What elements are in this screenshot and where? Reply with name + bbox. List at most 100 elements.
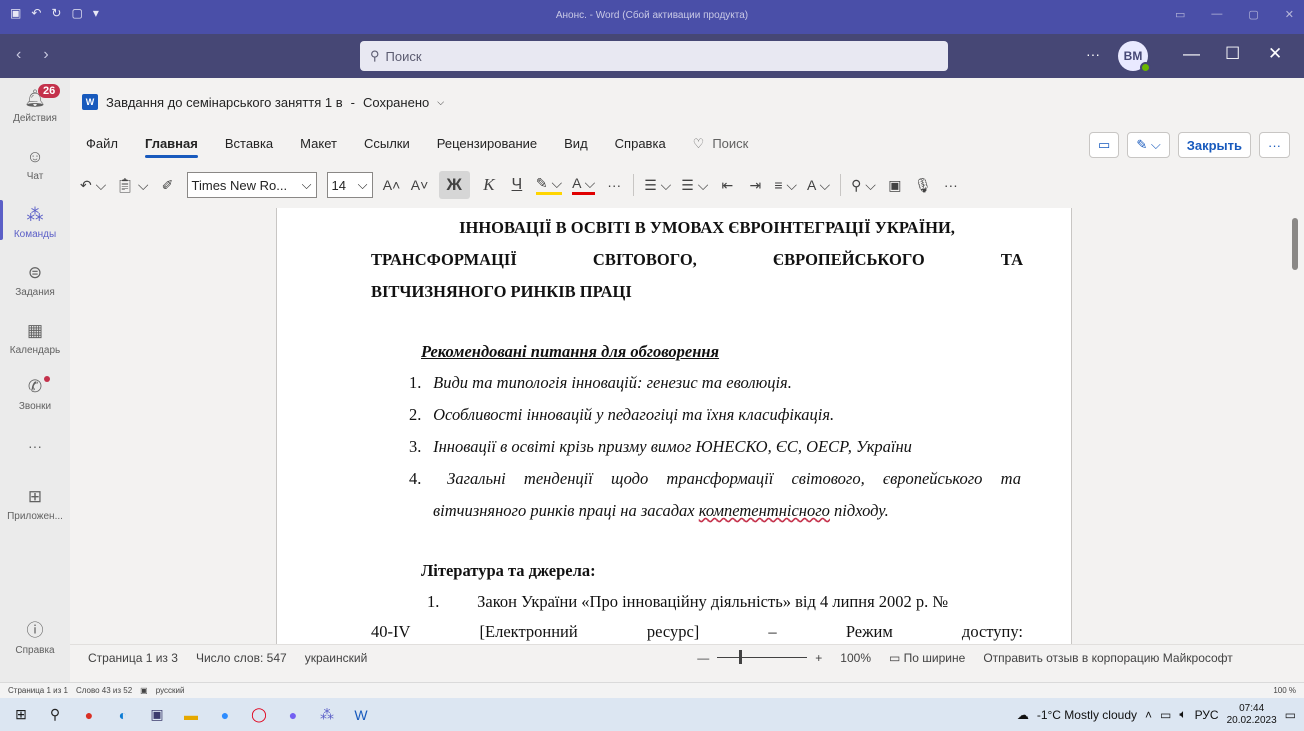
volume-icon[interactable]: 🔈︎ [1179,707,1186,722]
document-page[interactable]: ІННОВАЦІЇ В ОСВІТІ В УМОВАХ ЄВРОІНТЕГРАЦ… [276,208,1072,644]
tab-file[interactable]: Файл [86,136,118,152]
teams-icon[interactable]: ⁂ [310,698,344,731]
tab-home[interactable]: Главная [144,136,198,158]
font-name-select[interactable]: Times New Ro... ⌵ [186,172,317,198]
rail-chat[interactable]: ☺ Чат [0,146,70,182]
chrome-icon[interactable]: ● [72,698,106,731]
zoom-level[interactable]: 100 % [1273,686,1296,695]
document-name: Завдання до семінарського заняття 1 в [106,94,343,110]
avatar[interactable]: BM [1118,41,1151,73]
word-logo-icon: W [82,94,98,110]
restore-icon[interactable]: ▢ [1248,8,1258,21]
align-icon[interactable]: ≡ ⌵ [774,177,797,194]
document-title[interactable]: W Завдання до семінарського заняття 1 в … [82,94,444,110]
close-icon[interactable]: ✕ [1285,8,1294,21]
tab-layout[interactable]: Макет [300,136,337,152]
font-size-select[interactable]: 14 ⌵ [326,172,373,198]
spelling-error[interactable]: компетентнісного [699,501,830,520]
file-explorer-icon[interactable]: ▬ [174,698,208,731]
opera-icon[interactable]: ◯ [242,698,276,731]
search-icon[interactable]: ⚲ [38,698,72,731]
more-options-icon[interactable]: ··· [1086,46,1100,62]
proofing-icon[interactable]: ▣ [140,686,148,695]
back-icon[interactable]: ‹ [16,46,21,64]
paste-icon[interactable]: 📋︎ ⌵ [116,177,148,194]
format-painter-icon[interactable]: ✐ [159,177,177,194]
reader-icon[interactable]: ▣ [886,177,904,194]
language-indicator[interactable]: украинский [305,651,368,665]
avatar-initials: BM [1123,49,1143,63]
tab-review[interactable]: Рецензирование [437,136,537,152]
ribbon-display-icon[interactable]: ▭ [1175,8,1185,21]
zoom-slider[interactable] [717,650,808,664]
zoom-out-icon[interactable]: — [697,651,709,665]
decrease-indent-icon[interactable]: ⇤ [718,177,736,194]
vertical-scrollbar[interactable] [1292,218,1298,270]
windows-start-icon[interactable]: ⊞ [4,698,38,731]
italic-button[interactable]: К [480,175,498,195]
editing-mode-button[interactable]: ✎ ⌵ [1127,132,1170,158]
heading-word: СВІТОВОГО, [592,250,697,269]
tab-references[interactable]: Ссылки [364,136,410,152]
rail-calls[interactable]: ✆ Звонки [0,376,70,412]
shrink-font-icon[interactable]: A˅ [411,177,429,193]
weather-icon[interactable]: ☁ [1017,708,1029,722]
teams-search-input[interactable]: ⚲ Поиск [360,41,948,71]
clock[interactable]: 07:44 20.02.2023 [1227,703,1277,727]
edge-icon[interactable]: ◐ [106,698,140,731]
rail-help[interactable]: ⓘ Справка [0,620,70,656]
dictate-icon[interactable]: 🎙︎ [914,177,932,194]
more-font-options-icon[interactable]: ··· [605,177,623,193]
rail-apps[interactable]: ⊞ Приложен... [0,486,70,522]
bold-button[interactable]: Ж [438,171,470,199]
heading-line-2: ТРАНСФОРМАЦІЇ СВІТОВОГО, ЄВРОПЕЙСЬКОГО Т… [371,250,1023,270]
word-window-title: Анонс. - Word (Сбой активации продукта) [555,10,749,21]
undo-icon[interactable]: ↶ ⌵ [80,177,106,194]
input-language[interactable]: РУС [1195,708,1219,722]
rail-calendar[interactable]: ▦ Календарь [0,320,70,356]
rail-more[interactable]: ··· [0,438,70,454]
viber-icon[interactable]: ● [276,698,310,731]
rail-assignments[interactable]: ⊜ Задания [0,262,70,298]
word-app-icon[interactable]: W [344,698,378,731]
tab-view[interactable]: Вид [564,136,588,152]
rail-activity[interactable]: 🔔︎ 26 Действия [0,84,70,124]
font-color-icon[interactable]: A ⌵ [572,175,596,195]
zoom-app-icon[interactable]: ● [208,698,242,731]
more-options-button[interactable]: ··· [1259,132,1290,158]
notifications-icon[interactable]: ▭ [1285,708,1296,722]
minimize-icon[interactable]: — [1211,8,1222,21]
grow-font-icon[interactable]: A˄ [383,177,401,193]
close-button[interactable]: Закрыть [1177,132,1251,158]
feedback-link[interactable]: Отправить отзыв в корпорацию Майкрософт [983,651,1232,665]
styles-icon[interactable]: A ⌵ [807,177,830,194]
minimize-icon[interactable]: — [1183,44,1200,64]
word-count[interactable]: Число слов: 547 [196,651,287,665]
tab-help[interactable]: Справка [615,136,666,152]
rail-assignments-label: Задания [15,287,55,298]
rail-teams[interactable]: ⁂ Команды [0,200,70,240]
app-icon[interactable]: ▣ [140,698,174,731]
word-online-pane: W Завдання до семінарського заняття 1 в … [70,78,1304,682]
lightbulb-icon: ♡ [692,136,705,151]
heading-word: ТА [1000,250,1023,269]
increase-indent-icon[interactable]: ⇥ [746,177,764,194]
network-icon[interactable]: ▭ [1160,708,1171,722]
highlight-icon[interactable]: ✎ ⌵ [535,175,563,195]
bullets-icon[interactable]: ☰ ⌵ [644,177,671,194]
fit-width-button[interactable]: ▭ По ширине [889,651,965,665]
zoom-level[interactable]: 100% [840,651,871,665]
maximize-icon[interactable]: ☐ [1225,44,1240,64]
find-icon[interactable]: ⚲ ⌵ [851,177,876,194]
weather-text[interactable]: -1°C Mostly cloudy [1037,708,1137,722]
chevron-up-icon[interactable]: ˄ [1145,708,1152,722]
numbering-icon[interactable]: ☰ ⌵ [681,177,708,194]
tab-insert[interactable]: Вставка [225,136,273,152]
underline-button[interactable]: Ч [508,176,526,194]
forward-icon[interactable]: › [43,46,48,64]
close-icon[interactable]: ✕ [1268,44,1282,64]
ribbon-search[interactable]: ♡ Поиск [693,136,749,152]
more-commands-icon[interactable]: ··· [942,177,960,193]
zoom-in-icon[interactable]: + [815,651,822,665]
comments-button[interactable]: ▭ [1089,132,1120,158]
